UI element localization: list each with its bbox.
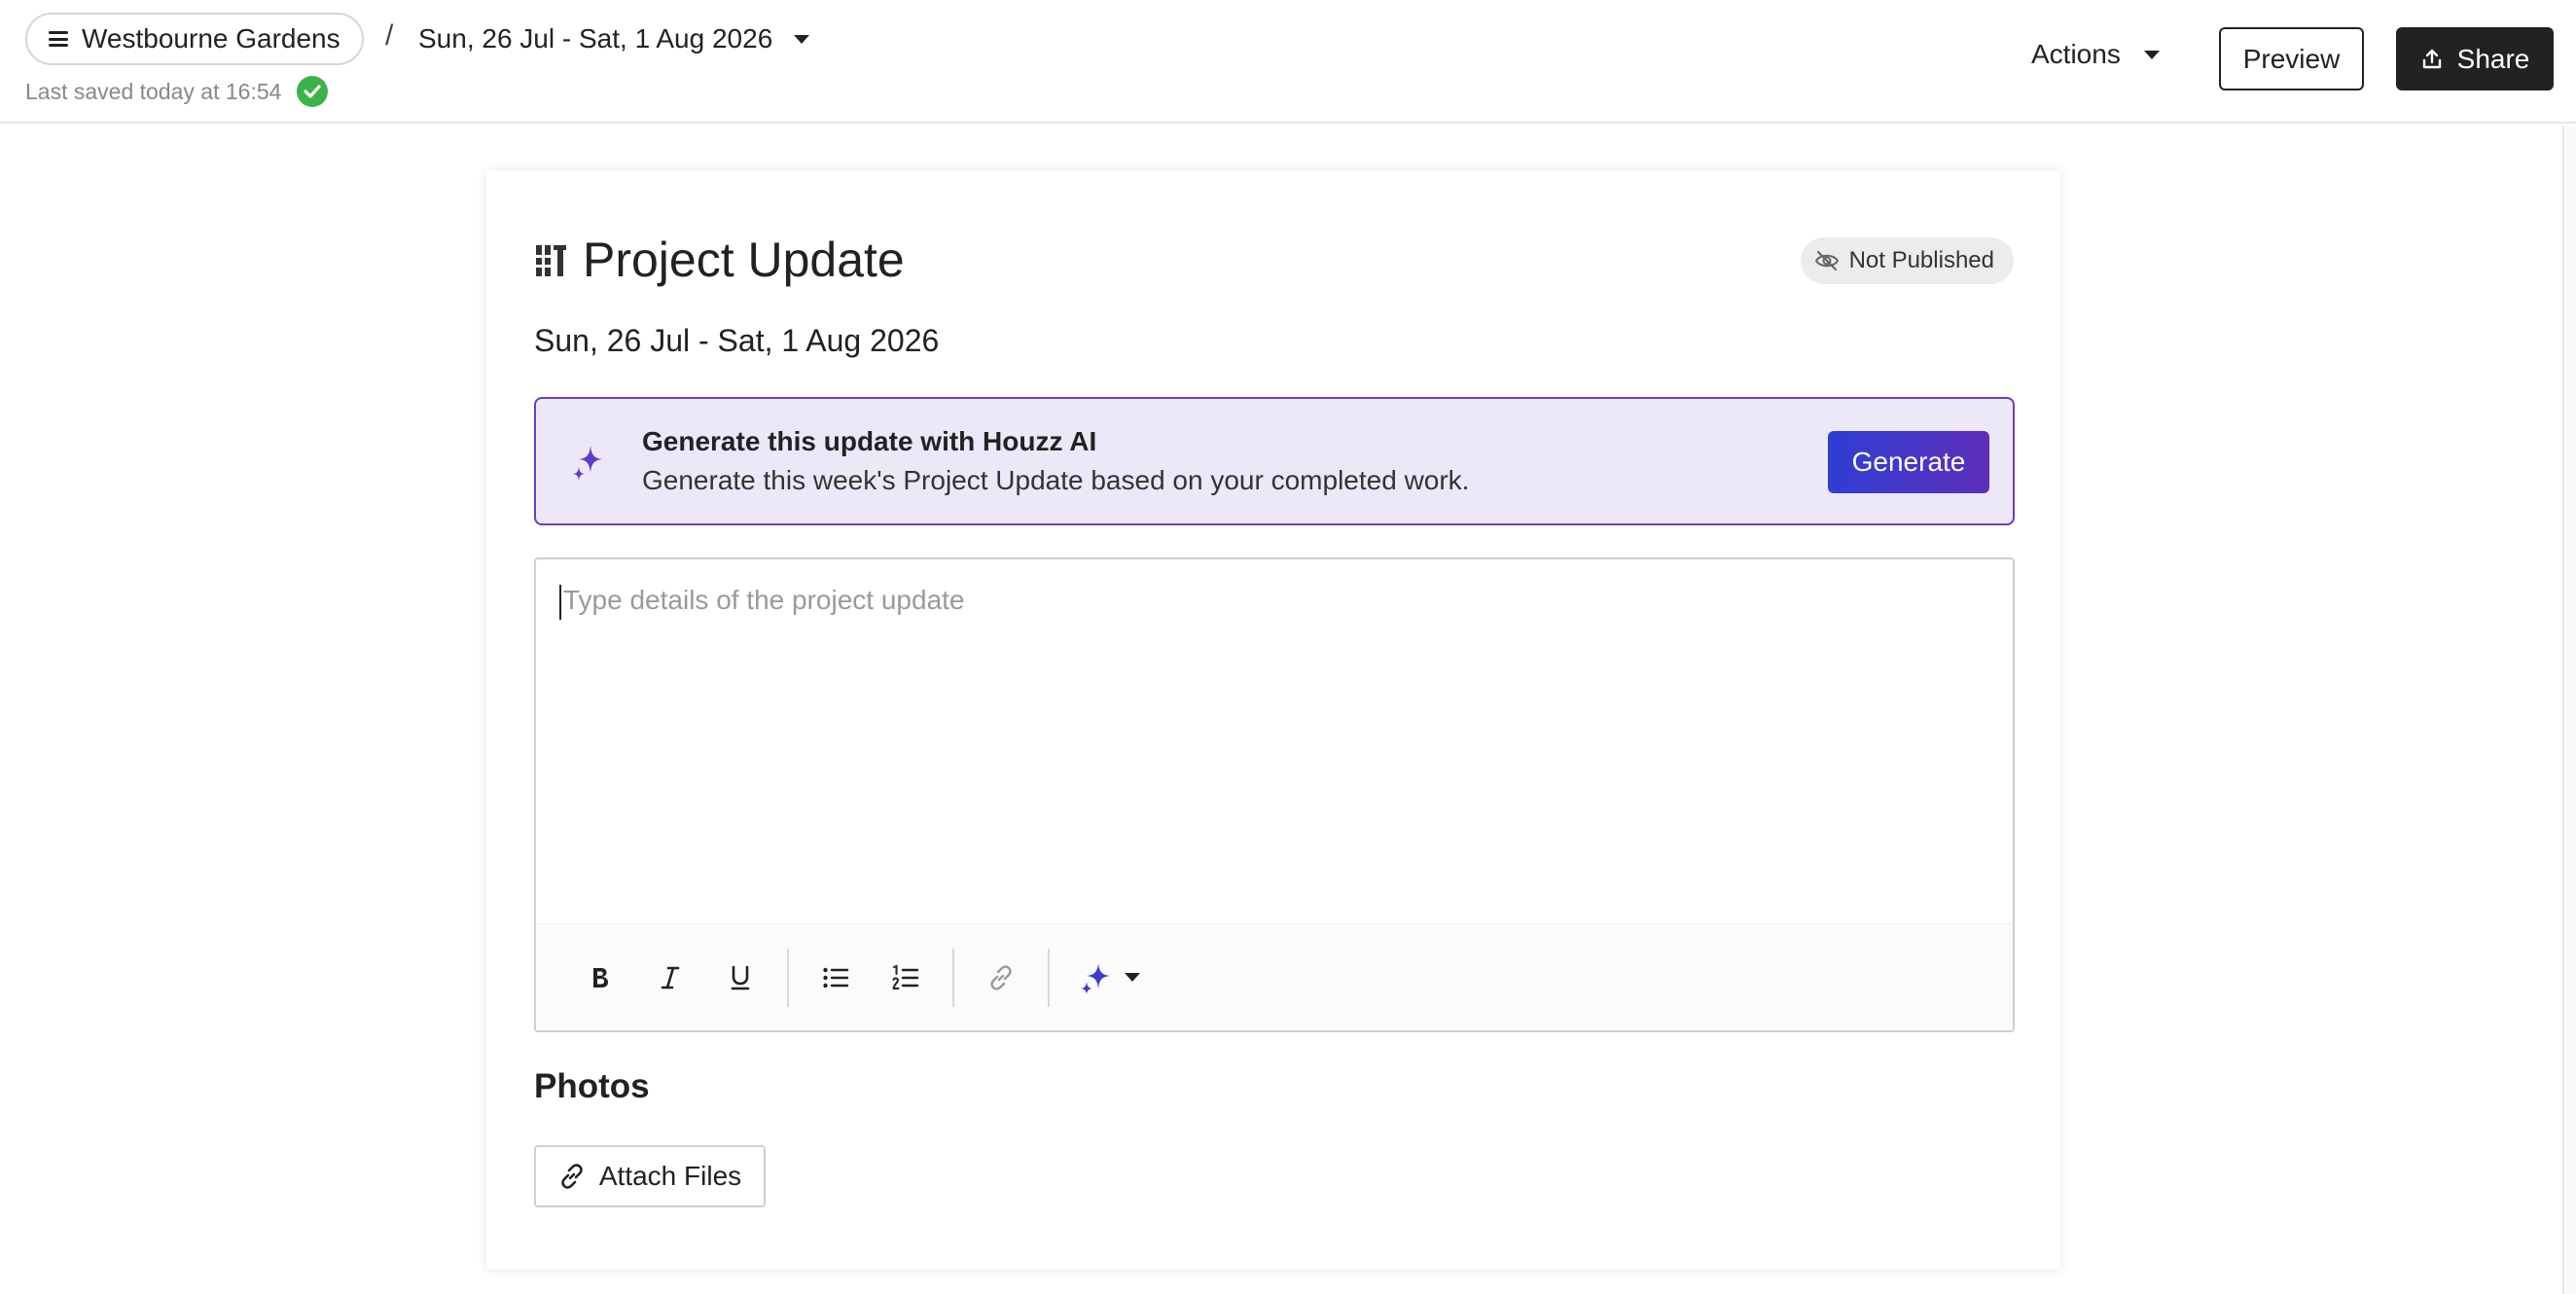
bullet-list-button[interactable]: [810, 953, 861, 1003]
attach-files-label: Attach Files: [598, 1161, 742, 1191]
chevron-down-icon: [2143, 50, 2160, 59]
chevron-down-icon: [794, 34, 810, 44]
italic-button[interactable]: [645, 953, 696, 1003]
date-range-dropdown[interactable]: Sun, 26 Jul - Sat, 1 Aug 2026: [418, 16, 810, 62]
last-saved-text: Last saved today at 16:54: [25, 78, 282, 104]
ai-banner-description: Generate this week's Project Update base…: [642, 465, 1470, 495]
eye-off-icon: [1814, 250, 1839, 271]
actions-label: Actions: [2031, 39, 2121, 69]
underline-icon: [731, 965, 750, 989]
project-update-card: Project Update Not Published Sun, 26 Jul…: [486, 170, 2060, 1270]
attach-files-button[interactable]: Attach Files: [534, 1145, 766, 1207]
numbered-list-button[interactable]: [880, 953, 931, 1003]
share-icon: [2422, 49, 2441, 68]
bold-button[interactable]: [575, 953, 626, 1003]
chevron-down-icon: [1125, 973, 1140, 982]
date-range-label: Sun, 26 Jul - Sat, 1 Aug 2026: [418, 23, 773, 54]
bullet-list-icon: [823, 967, 849, 988]
title-row: Project Update: [534, 232, 905, 288]
update-date-heading: Sun, 26 Jul - Sat, 1 Aug 2026: [534, 323, 940, 358]
share-label: Share: [2456, 43, 2530, 74]
status-label: Not Published: [1848, 247, 1994, 273]
ai-generate-banner: Generate this update with Houzz AI Gener…: [534, 397, 2015, 525]
formatting-toolbar: [536, 923, 2013, 1030]
check-circle-icon: [297, 76, 329, 107]
page-title: Project Update: [583, 233, 905, 287]
preview-button[interactable]: Preview: [2219, 27, 2364, 90]
bold-icon: [593, 967, 608, 988]
generate-button[interactable]: Generate: [1828, 431, 1989, 493]
hamburger-icon: [49, 31, 68, 47]
status-badge: Not Published: [1800, 237, 2014, 284]
paperclip-icon: [561, 1164, 583, 1189]
ai-banner-title: Generate this update with Houzz AI: [642, 426, 1097, 456]
ai-sparkle-icon: [1081, 962, 1110, 994]
share-button[interactable]: Share: [2396, 27, 2554, 90]
link-button[interactable]: [976, 953, 1026, 1003]
scrollbar[interactable]: [2562, 126, 2576, 1294]
toolbar-divider: [787, 948, 789, 1007]
actions-dropdown[interactable]: Actions: [2031, 39, 2160, 70]
italic-icon: [661, 966, 680, 988]
toolbar-divider: [1048, 948, 1050, 1007]
link-icon: [990, 964, 1012, 990]
ai-sparkle-icon: [571, 444, 604, 485]
numbered-list-icon: [892, 964, 919, 989]
save-status: Last saved today at 16:54: [25, 76, 329, 107]
top-bar: Westbourne Gardens / Sun, 26 Jul - Sat, …: [0, 0, 2576, 124]
update-editor[interactable]: Type details of the project update: [534, 557, 2015, 1032]
toolbar-divider: [952, 948, 954, 1007]
photos-heading: Photos: [534, 1067, 650, 1105]
project-name: Westbourne Gardens: [82, 23, 340, 54]
project-update-icon: [536, 245, 566, 276]
underline-button[interactable]: [715, 953, 766, 1003]
project-menu-button[interactable]: Westbourne Gardens: [25, 13, 364, 65]
breadcrumb-separator: /: [385, 19, 394, 52]
editor-textarea[interactable]: Type details of the project update: [559, 585, 1989, 620]
ai-assist-dropdown[interactable]: [1071, 953, 1149, 1003]
